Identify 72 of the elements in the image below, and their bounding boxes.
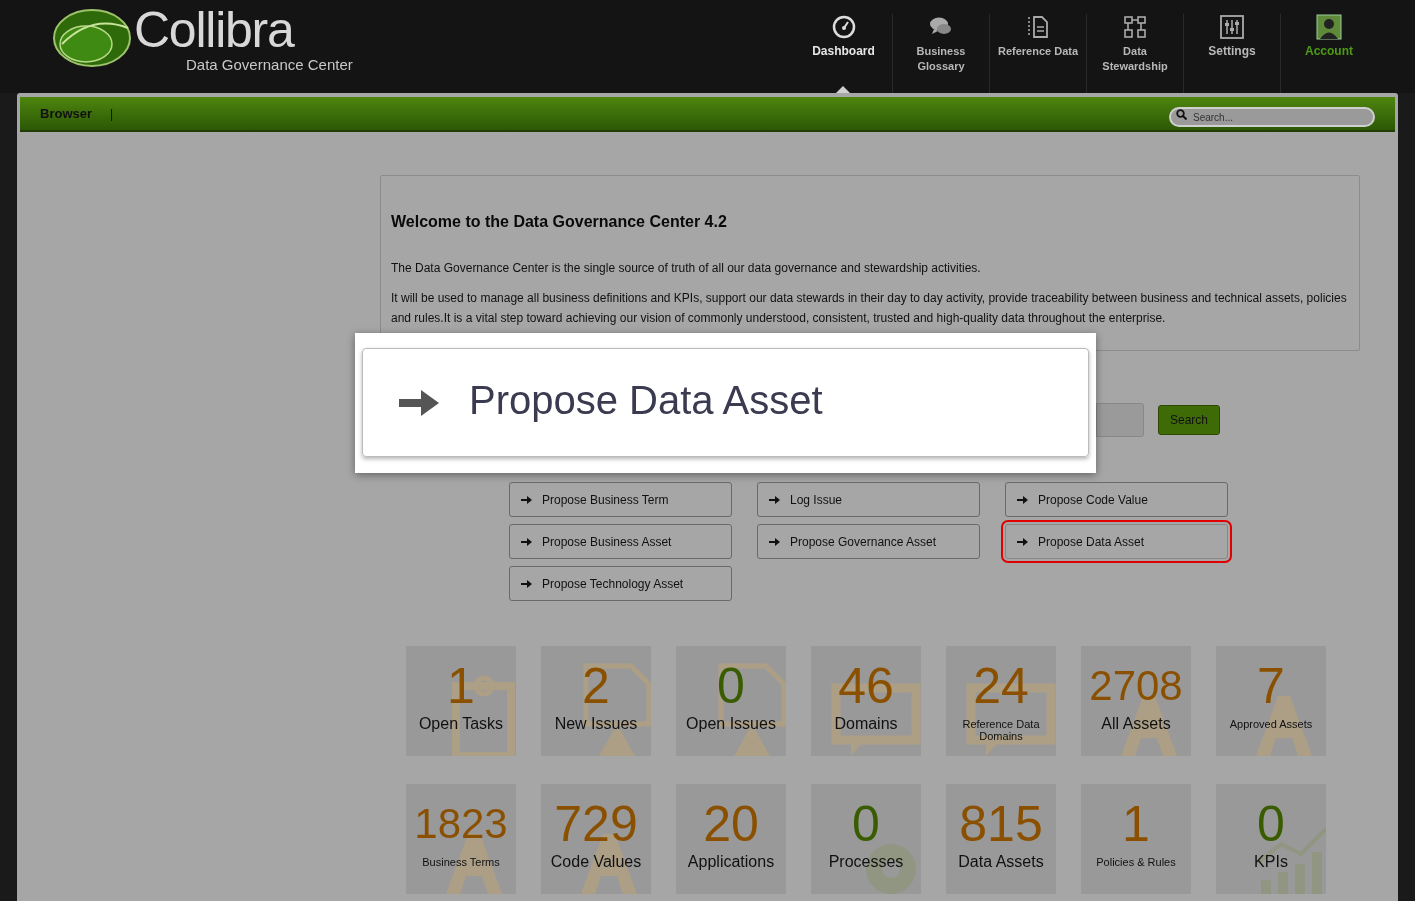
propose-button[interactable]: Log Issue <box>757 482 980 517</box>
tile-label: Open Issues <box>686 714 776 734</box>
tile-label: All Assets <box>1101 714 1171 734</box>
propose-button[interactable]: Propose Technology Asset <box>509 566 732 601</box>
tile-count: 20 <box>703 795 759 854</box>
stat-tile[interactable]: 1 Open Tasks <box>406 646 516 756</box>
stat-tile[interactable]: 815 Data Assets <box>946 784 1056 894</box>
tile-label: Reference Data Domains <box>961 718 1041 742</box>
search-input[interactable] <box>1095 403 1144 437</box>
stat-tile[interactable]: 20 Applications <box>676 784 786 894</box>
logo-text: Collibra <box>134 4 296 56</box>
stat-tile[interactable]: 46 Domains <box>811 646 921 756</box>
stat-tile[interactable]: 729 Code Values <box>541 784 651 894</box>
search-icon <box>1176 108 1187 120</box>
arrow-icon <box>769 537 780 546</box>
tile-label: New Issues <box>554 714 638 734</box>
tile-count: 0 <box>1257 795 1285 854</box>
tile-label: Code Values <box>550 852 642 872</box>
tile-label: Business Terms <box>422 856 500 868</box>
tile-label: Policies & Rules <box>1096 856 1176 868</box>
stat-tile[interactable]: 1 Policies & Rules <box>1081 784 1191 894</box>
flowchart-icon <box>1122 14 1148 40</box>
tile-count: 2708 <box>1089 661 1183 711</box>
propose-button[interactable]: Propose Business Term <box>509 482 732 517</box>
tile-label: Open Tasks <box>418 714 504 734</box>
stat-tile[interactable]: 1823 Business Terms <box>406 784 516 894</box>
settings-icon <box>1219 14 1245 40</box>
tile-count: 24 <box>973 657 1029 716</box>
tile-count: 0 <box>852 795 880 854</box>
arrow-icon <box>521 537 532 546</box>
tile-label: Data Assets <box>958 852 1044 872</box>
stat-tile[interactable]: 0 KPIs <box>1216 784 1326 894</box>
tile-label: Processes <box>828 852 904 872</box>
propose-button[interactable]: Propose Governance Asset <box>757 524 980 559</box>
tile-label: Applications <box>687 852 775 872</box>
gauge-icon <box>830 14 857 40</box>
tile-count: 7 <box>1257 657 1285 716</box>
document-icon <box>1025 14 1051 40</box>
stat-tile[interactable]: 2 New Issues <box>541 646 651 756</box>
tile-label: KPIs <box>1254 852 1288 872</box>
arrow-icon <box>521 579 532 588</box>
tile-label: Approved Assets <box>1229 718 1313 730</box>
arrow-icon <box>521 495 532 504</box>
stat-tile[interactable]: 0 Open Issues <box>676 646 786 756</box>
stat-tile[interactable]: 2708 All Assets <box>1081 646 1191 756</box>
stat-tile[interactable]: 24 Reference Data Domains <box>946 646 1056 756</box>
tile-count: 1823 <box>414 799 508 849</box>
nav-tab[interactable]: Dashboard <box>795 14 892 93</box>
arrow-icon <box>769 495 780 504</box>
welcome-paragraph: It will be used to manage all business definitions and KPIs, support our data stewards in their day to day activity, provide traceability between business and technical assets, policies and rules.It is a vital step toward achieving our vision of commonly understood, consistent, trusted and high-quality data throughout the enterprise. <box>391 290 1348 327</box>
welcome-title: Welcome to the Data Governance Center 4.2 <box>391 212 728 232</box>
user-icon <box>1316 14 1342 40</box>
stat-tile[interactable]: 7 Approved Assets <box>1216 646 1326 756</box>
arrow-icon <box>399 389 439 416</box>
tile-count: 729 <box>554 795 638 854</box>
tile-count: 0 <box>717 657 745 716</box>
stat-tile[interactable]: 0 Processes <box>811 784 921 894</box>
tile-count: 46 <box>838 657 894 716</box>
toolbar-separator: | <box>110 105 114 123</box>
tile-label: Domains <box>834 714 898 734</box>
arrow-icon <box>1017 495 1028 504</box>
arrow-icon <box>1017 537 1028 546</box>
tile-count: 1 <box>1122 795 1150 854</box>
tile-count: 2 <box>582 657 610 716</box>
welcome-paragraph: The Data Governance Center is the single source of truth of all our data governance and stewardship activities. <box>391 260 982 277</box>
tile-count: 815 <box>959 795 1043 854</box>
logo-subtitle: Data Governance Center <box>186 56 353 74</box>
propose-button[interactable]: Propose Code Value <box>1005 482 1228 517</box>
propose-button[interactable]: Propose Business Asset <box>509 524 732 559</box>
search-field[interactable]: Search... <box>1169 107 1375 127</box>
callout-text: Propose Data Asset <box>469 376 823 424</box>
tile-count: 1 <box>447 657 475 716</box>
